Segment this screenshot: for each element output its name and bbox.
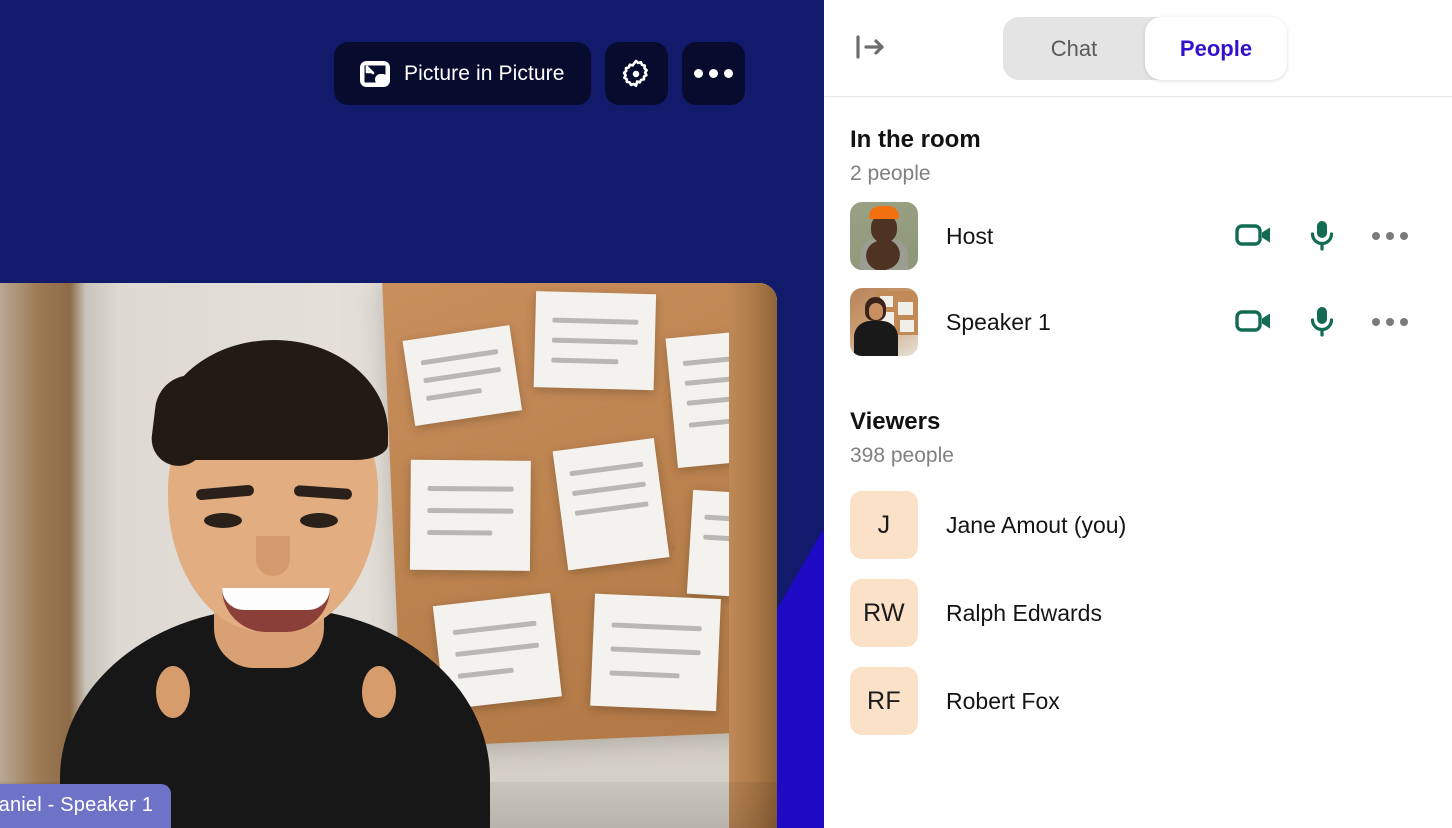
person-name: Jane Amout (you) — [946, 511, 1127, 538]
host-avatar-photo — [850, 202, 918, 270]
collapse-panel-right-icon — [854, 33, 888, 64]
tab-chat[interactable]: Chat — [1003, 17, 1145, 80]
panel-tabs: Chat People — [1003, 17, 1287, 80]
video-frame-image — [0, 283, 777, 828]
avatar-initials: J — [850, 491, 918, 559]
stage-toolbar: Picture in Picture — [334, 42, 745, 105]
avatar-initials: RF — [850, 667, 918, 735]
video-stage: Picture in Picture Daniel - Speaker 1 — [0, 0, 824, 828]
viewer-row-ralph-edwards[interactable]: RW Ralph Edwards — [850, 579, 1452, 647]
viewer-row-jane-amout[interactable]: J Jane Amout (you) — [850, 491, 1452, 559]
tab-people[interactable]: People — [1145, 17, 1287, 80]
toggle-camera-button[interactable] — [1220, 300, 1288, 344]
more-options-button[interactable] — [681, 42, 745, 105]
person-name: Ralph Edwards — [946, 599, 1102, 626]
picture-in-picture-icon — [360, 60, 390, 87]
section-count-viewers: 398 people — [850, 444, 954, 467]
speaker1-avatar-photo — [850, 288, 918, 356]
more-horizontal-icon — [1372, 232, 1408, 240]
section-title-in-the-room: In the room — [850, 126, 981, 153]
gear-icon — [621, 59, 651, 89]
avatar-initials: RW — [850, 579, 918, 647]
speaker-video-tile[interactable]: Daniel - Speaker 1 — [0, 283, 777, 828]
person-row-actions — [1220, 300, 1424, 344]
more-horizontal-icon — [1372, 318, 1408, 326]
panel-header: Chat People — [824, 0, 1452, 97]
person-name: Host — [946, 222, 994, 249]
video-camera-icon — [1235, 221, 1273, 252]
microphone-icon — [1309, 305, 1335, 340]
video-camera-icon — [1235, 307, 1273, 338]
person-row-actions — [1220, 214, 1424, 258]
viewer-row-robert-fox[interactable]: RF Robert Fox — [850, 667, 1452, 735]
person-name: Robert Fox — [946, 687, 1060, 714]
picture-in-picture-label: Picture in Picture — [404, 61, 565, 85]
person-row-speaker-1[interactable]: Speaker 1 — [850, 286, 1452, 358]
person-row-host[interactable]: Host — [850, 200, 1452, 272]
microphone-icon — [1309, 219, 1335, 254]
person-more-options-button[interactable] — [1356, 300, 1424, 344]
collapse-panel-button[interactable] — [850, 27, 892, 69]
toggle-microphone-button[interactable] — [1288, 300, 1356, 344]
section-count-in-the-room: 2 people — [850, 162, 931, 185]
app-root: Picture in Picture Daniel - Speaker 1 Ch… — [0, 0, 1452, 828]
more-horizontal-icon — [693, 69, 733, 78]
person-name: Speaker 1 — [946, 308, 1051, 335]
picture-in-picture-button[interactable]: Picture in Picture — [334, 42, 591, 105]
toggle-camera-button[interactable] — [1220, 214, 1288, 258]
panel-body: In the room 2 people Host Speaker 1 View… — [824, 97, 1452, 828]
speaker-name-badge: Daniel - Speaker 1 — [0, 784, 172, 828]
toggle-microphone-button[interactable] — [1288, 214, 1356, 258]
side-panel: Chat People In the room 2 people Host Sp… — [824, 0, 1452, 828]
section-title-viewers: Viewers — [850, 408, 941, 435]
settings-button[interactable] — [604, 42, 668, 105]
person-more-options-button[interactable] — [1356, 214, 1424, 258]
